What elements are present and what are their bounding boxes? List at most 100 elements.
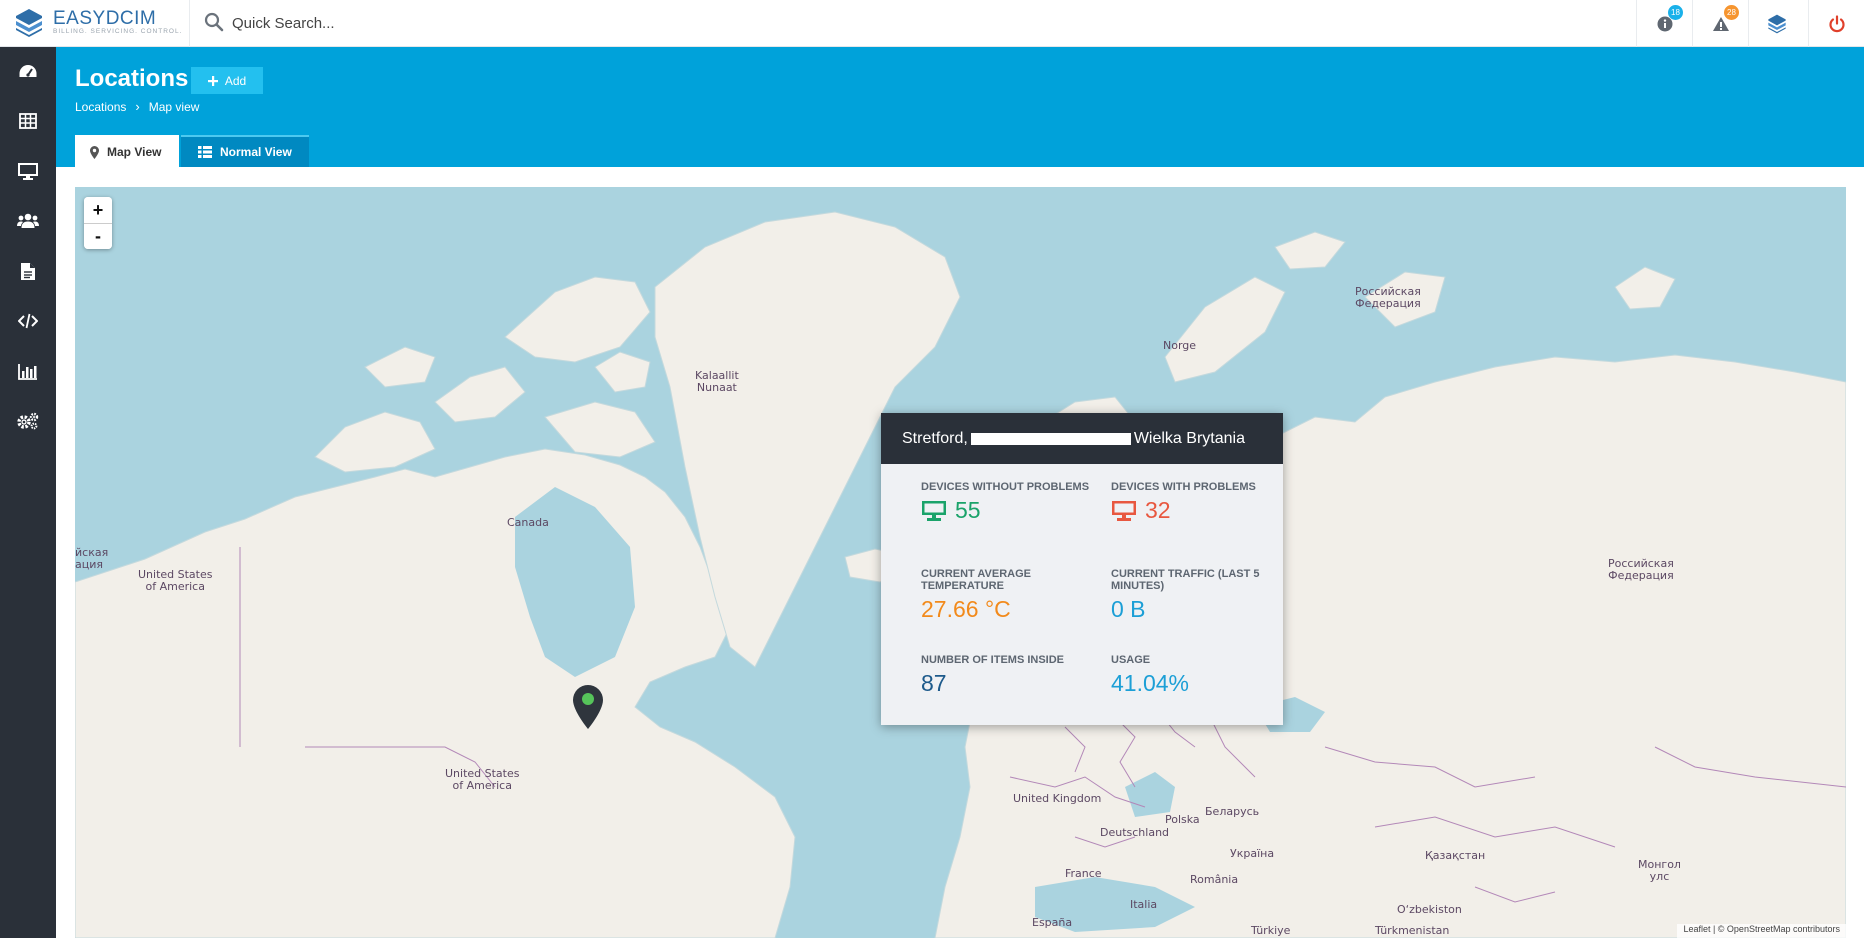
stat-devices-problems: DEVICES WITH PROBLEMS 32 (1111, 481, 1281, 524)
redacted-address (970, 432, 1131, 445)
sidebar-item-users[interactable] (0, 197, 56, 245)
page-header: Locations Add Locations › Map view Map V… (56, 47, 1864, 167)
stat-temperature: CURRENT AVERAGE TEMPERATURE 27.66 °C (921, 568, 1091, 623)
page-title: Locations (75, 65, 189, 92)
stat-devices-ok-value: 55 (955, 497, 981, 523)
grid-icon (198, 146, 212, 158)
map-label-russia-east: Российская Федерация (1608, 557, 1674, 582)
map-label-deutschland: Deutschland (1100, 826, 1170, 839)
logo-icon (16, 9, 42, 37)
tab-map-view[interactable]: Map View (75, 135, 179, 167)
zoom-out-button[interactable]: - (84, 223, 112, 249)
stat-items-value: 87 (921, 670, 947, 696)
search-icon (204, 12, 224, 32)
monitor-icon (18, 162, 38, 180)
stat-usage-label: USAGE (1111, 654, 1151, 666)
stat-traffic: CURRENT TRAFFIC (LAST 5 MINUTES) 0 B (1111, 568, 1281, 623)
map-label-turkiye: Türkiye (1251, 924, 1291, 937)
map-label-mongolia: Монгол улс (1638, 858, 1681, 883)
logout-button[interactable] (1808, 0, 1864, 47)
sidebar-item-code[interactable] (0, 297, 56, 345)
popup-title-end: Wielka Brytania (1133, 429, 1245, 447)
logo-small-icon (1767, 14, 1786, 33)
map-label-france: France (1065, 867, 1102, 880)
stat-temperature-label: CURRENT AVERAGE TEMPERATURE (921, 568, 1032, 592)
map-label-polska: Polska (1165, 813, 1200, 826)
popup-title: Stretford, Wielka Brytania (881, 413, 1283, 464)
map-label-uk: United Kingdom (1013, 792, 1102, 805)
map-label-uzbekiston: O‘zbekiston (1397, 903, 1462, 916)
map-label-us-north: United States of America (138, 568, 213, 593)
map-label-russia-north: Российская Федерация (1355, 285, 1421, 310)
view-tabs: Map View Normal View (75, 135, 309, 167)
stat-traffic-value: 0 B (1111, 596, 1146, 622)
map-label-russia-west-edge: йская ация (75, 546, 109, 571)
map-label-kazakhstan: Қазақстан (1425, 849, 1486, 862)
stat-items: NUMBER OF ITEMS INSIDE 87 (921, 654, 1091, 697)
monitor-problem-icon (1112, 500, 1136, 521)
map-label-romania: România (1190, 873, 1239, 886)
users-icon (17, 213, 39, 228)
world-map[interactable]: + - Kalaallit Nunaat Canada United State… (75, 187, 1846, 938)
top-bar: EASYDCIM BILLING. SERVICING. CONTROL. 18… (0, 0, 1864, 47)
tab-normal-view[interactable]: Normal View (181, 135, 309, 167)
map-pin-icon (90, 145, 99, 159)
stat-usage-value: 41.04% (1111, 670, 1190, 696)
breadcrumb-separator-icon: › (135, 99, 140, 114)
tab-normal-view-label: Normal View (220, 145, 292, 159)
alert-count-badge: 28 (1724, 5, 1739, 20)
add-button-label: Add (224, 73, 247, 88)
stat-devices-problems-value: 32 (1145, 497, 1171, 523)
map-label-kalaallit: Kalaallit Nunaat (695, 369, 739, 394)
breadcrumb-locations[interactable]: Locations (75, 100, 126, 114)
stat-temperature-value: 27.66 °C (921, 596, 1011, 622)
info-count-badge: 18 (1668, 5, 1683, 20)
location-popup: Stretford, Wielka Brytania DEVICES WITHO… (881, 413, 1283, 725)
info-notifications-button[interactable]: 18 (1636, 0, 1692, 47)
map-label-belarus: Беларусь (1205, 805, 1260, 818)
stat-devices-problems-label: DEVICES WITH PROBLEMS (1111, 481, 1256, 493)
stat-devices-ok: DEVICES WITHOUT PROBLEMS 55 (921, 481, 1091, 524)
plus-icon (207, 75, 218, 86)
map-label-italia: Italia (1130, 898, 1158, 911)
alerts-button[interactable]: 28 (1692, 0, 1748, 47)
dashboard-icon (19, 65, 37, 77)
document-icon (21, 262, 35, 280)
breadcrumb: Locations › Map view (75, 99, 199, 114)
search-input[interactable] (232, 10, 832, 36)
map-label-norge: Norge (1163, 339, 1197, 352)
gears-icon (17, 412, 39, 430)
logo-subtitle: BILLING. SERVICING. CONTROL. (53, 28, 183, 35)
sidebar-item-settings[interactable] (0, 397, 56, 445)
zoom-in-button[interactable]: + (84, 197, 112, 223)
sidebar (0, 47, 56, 938)
code-icon (18, 313, 38, 329)
logo[interactable]: EASYDCIM BILLING. SERVICING. CONTROL. (0, 0, 190, 47)
sidebar-item-reports[interactable] (0, 347, 56, 395)
location-marker-ok[interactable] (571, 684, 605, 730)
map-label-canada: Canada (507, 516, 549, 529)
power-icon (1828, 14, 1845, 32)
stat-devices-ok-label: DEVICES WITHOUT PROBLEMS (921, 481, 1090, 493)
map-label-espana: España (1032, 916, 1073, 929)
tab-map-view-label: Map View (107, 145, 162, 159)
sidebar-item-devices[interactable] (0, 147, 56, 195)
stat-traffic-label: CURRENT TRAFFIC (LAST 5 MINUTES) (1111, 568, 1260, 592)
logo-text: EASYDCIM (53, 8, 157, 29)
sidebar-item-table[interactable] (0, 97, 56, 145)
monitor-ok-icon (922, 500, 946, 521)
map-attribution[interactable]: Leaflet | © OpenStreetMap contributors (1677, 924, 1846, 938)
popup-title-start: Stretford, (902, 429, 968, 447)
stat-usage: USAGE 41.04% (1111, 654, 1281, 697)
add-location-button[interactable]: Add (191, 67, 263, 94)
stat-items-label: NUMBER OF ITEMS INSIDE (921, 654, 1065, 666)
sidebar-item-documents[interactable] (0, 247, 56, 295)
zoom-control: + - (84, 197, 112, 249)
breadcrumb-map-view: Map view (148, 99, 200, 114)
sidebar-item-dashboard[interactable] (0, 48, 56, 96)
map-label-us-south: United States of America (445, 767, 520, 792)
table-icon (19, 113, 37, 129)
app-logo-button[interactable] (1748, 0, 1804, 47)
chart-icon (18, 363, 37, 380)
map-label-turkmenistan: Türkmenistan (1375, 924, 1450, 937)
